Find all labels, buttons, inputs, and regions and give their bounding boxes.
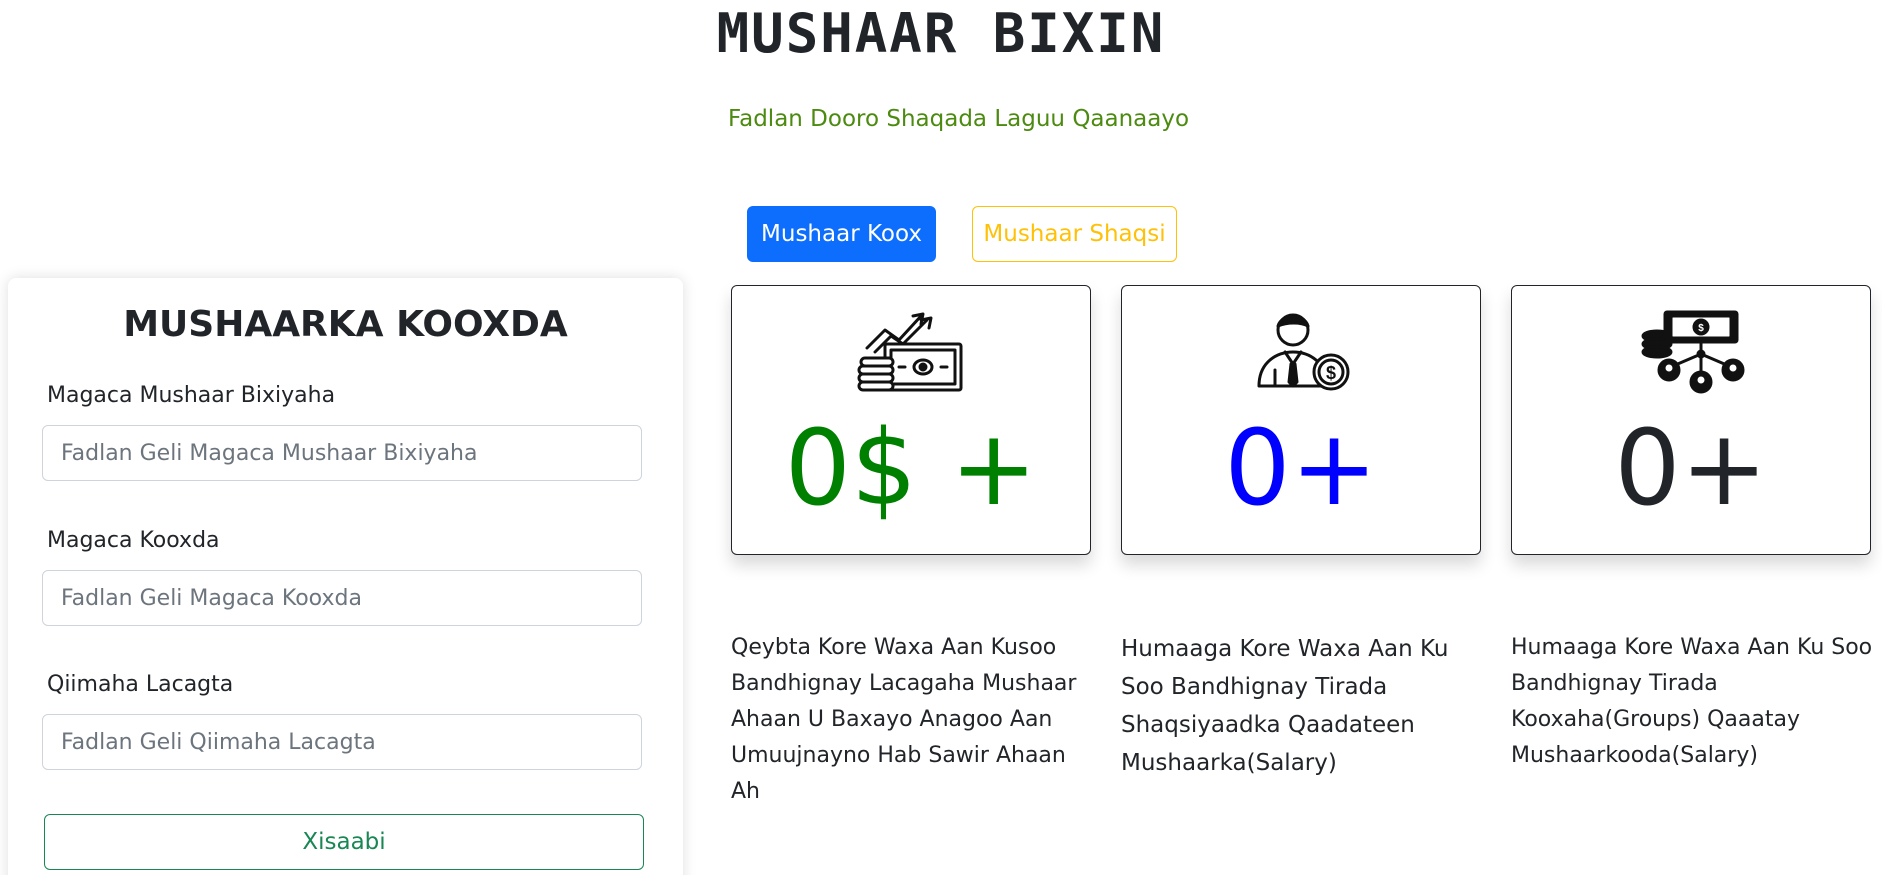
form-title: MUSHAARKA KOOXDA xyxy=(123,304,568,345)
payments-description: Qeybta Kore Waxa Aan Kusoo Bandhignay La… xyxy=(731,635,1077,804)
group-salary-button[interactable]: Mushaar Koox xyxy=(747,206,936,262)
page-title: MUSHAAR BIXIN xyxy=(716,2,1166,65)
individuals-description: Humaaga Kore Waxa Aan Ku Soo Bandhignay … xyxy=(1121,636,1449,776)
payments-total-value: 0$ + xyxy=(784,407,1038,529)
group-name-label: Magaca Kooxda xyxy=(47,528,220,553)
individuals-count-value: 0+ xyxy=(1224,407,1378,529)
svg-text:$: $ xyxy=(1698,323,1704,334)
amount-label: Qiimaha Lacagta xyxy=(47,672,234,697)
money-growth-icon xyxy=(855,308,967,399)
amount-input[interactable] xyxy=(42,714,642,770)
group-payment-icon: $ xyxy=(1635,308,1747,399)
stat-card-payments: 0$ + xyxy=(731,285,1091,555)
individual-salary-button[interactable]: Mushaar Shaqsi xyxy=(972,206,1177,262)
svg-text:$: $ xyxy=(1326,363,1336,383)
employee-salary-icon: $ xyxy=(1245,308,1357,399)
group-name-input[interactable] xyxy=(42,570,642,626)
stat-card-individuals: $ 0+ xyxy=(1121,285,1481,555)
stat-card-groups: $ 0+ xyxy=(1511,285,1871,555)
groups-count-value: 0+ xyxy=(1614,407,1768,529)
payer-name-input[interactable] xyxy=(42,425,642,481)
groups-description: Humaaga Kore Waxa Aan Ku Soo Bandhignay … xyxy=(1511,635,1873,768)
page-subtitle: Fadlan Dooro Shaqada Laguu Qaanaayo xyxy=(728,106,1190,132)
calculate-button[interactable]: Xisaabi xyxy=(44,814,644,870)
payer-name-label: Magaca Mushaar Bixiyaha xyxy=(47,383,336,408)
